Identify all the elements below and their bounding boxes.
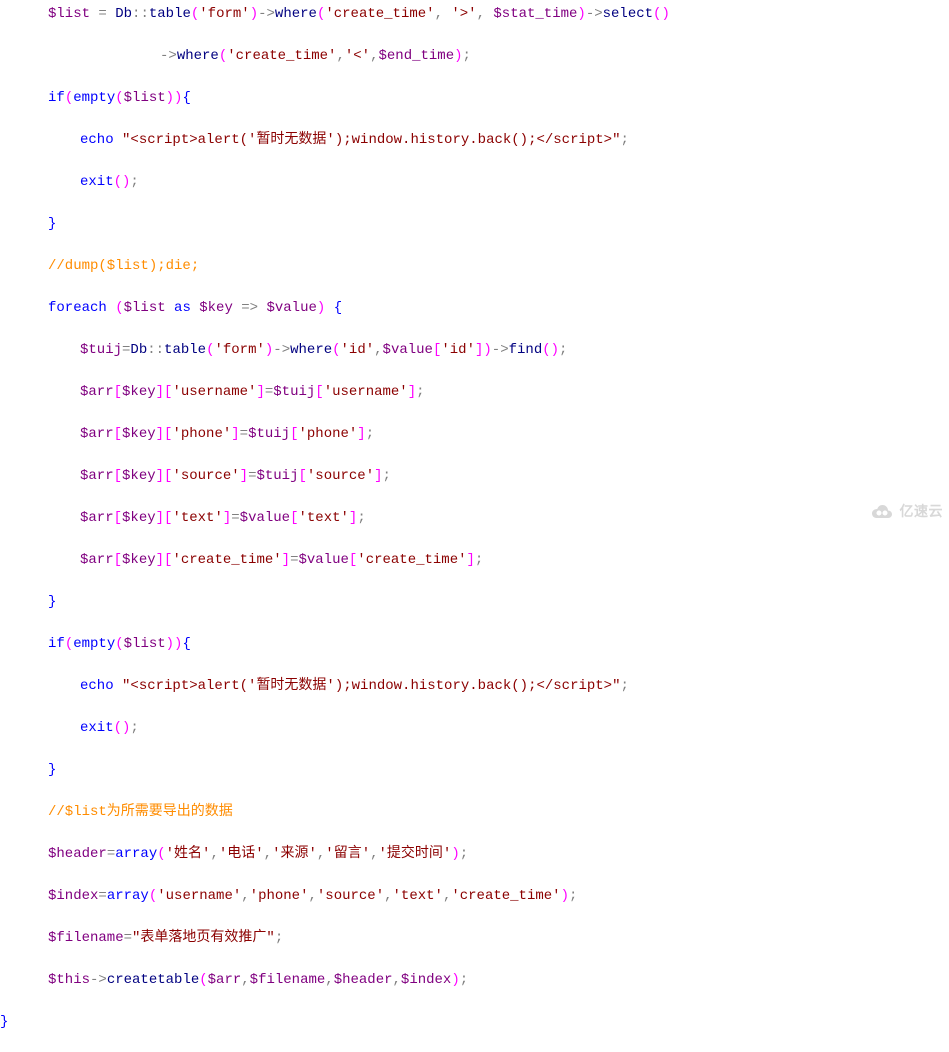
code-line: $header=array('姓名','电话','来源','留言','提交时间'… [0,844,949,865]
code-line: echo "<script>alert('暂时无数据');window.hist… [0,676,949,697]
code-line: $arr[$key]['source']=$tuij['source']; [0,466,949,487]
code-line: $list = Db::table('form')->where('create… [0,4,949,25]
code-line: //dump($list);die; [0,256,949,277]
code-line: } [0,214,949,235]
code-line: $arr[$key]['phone']=$tuij['phone']; [0,424,949,445]
code-line: $arr[$key]['create_time']=$value['create… [0,550,949,571]
code-line: $filename="表单落地页有效推广"; [0,928,949,949]
code-line: ->where('create_time','<',$end_time); [0,46,949,67]
code-line: $this->createtable($arr,$filename,$heade… [0,970,949,991]
code-block: $list = Db::table('form')->where('create… [0,0,949,1052]
code-line: if(empty($list)){ [0,634,949,655]
code-line: } [0,1012,949,1033]
code-line: //$list为所需要导出的数据 [0,802,949,823]
code-line: if(empty($list)){ [0,88,949,109]
code-line: foreach ($list as $key => $value) { [0,298,949,319]
code-line: $arr[$key]['username']=$tuij['username']… [0,382,949,403]
code-line: echo "<script>alert('暂时无数据');window.hist… [0,130,949,151]
code-line: } [0,592,949,613]
code-line: $tuij=Db::table('form')->where('id',$val… [0,340,949,361]
code-line: } [0,760,949,781]
code-line: exit(); [0,172,949,193]
code-line: $index=array('username','phone','source'… [0,886,949,907]
code-line: exit(); [0,718,949,739]
